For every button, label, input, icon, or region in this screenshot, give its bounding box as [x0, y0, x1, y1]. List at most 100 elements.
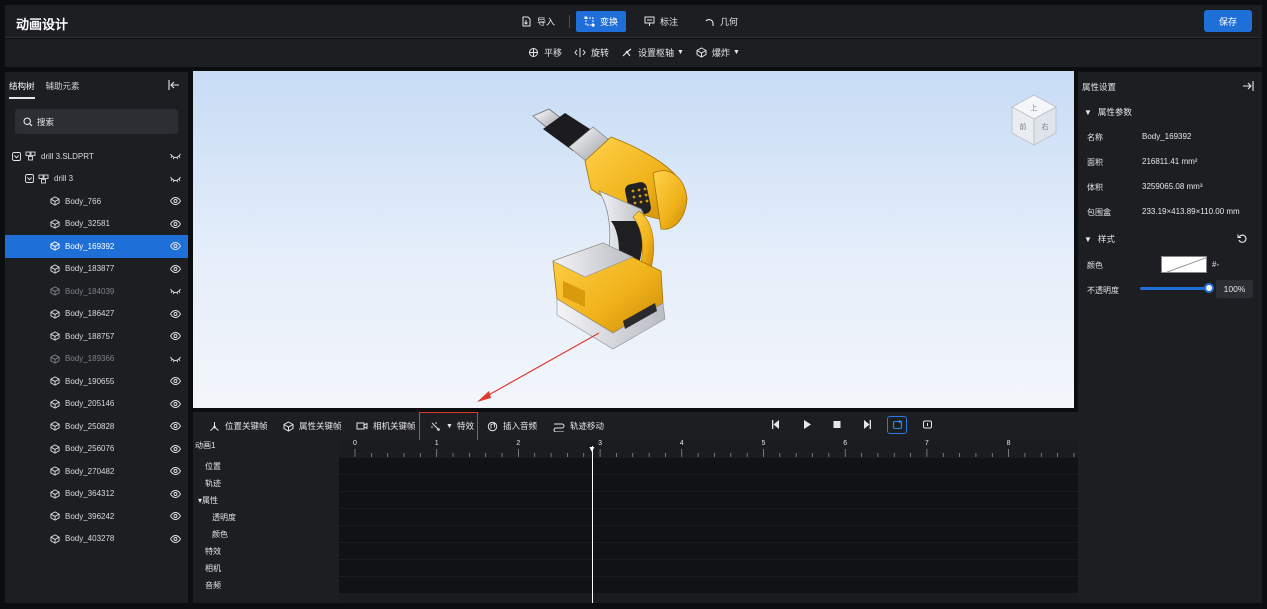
- eye-icon[interactable]: [170, 422, 181, 430]
- sparkle-icon: [430, 421, 441, 432]
- prop-label: 面积: [1087, 158, 1103, 167]
- tree-item[interactable]: Body_256076: [5, 438, 188, 461]
- eye-icon[interactable]: [170, 197, 181, 205]
- stop-button[interactable]: [832, 419, 842, 430]
- position-keyframe-button[interactable]: 位置关键帧: [209, 420, 268, 432]
- color-swatch[interactable]: [1161, 256, 1207, 273]
- params-section-header[interactable]: ▼ 属性参数: [1084, 106, 1132, 118]
- 3d-viewport[interactable]: 上 前 右: [193, 71, 1074, 408]
- effect-dropdown[interactable]: ▼ 特效: [430, 420, 474, 432]
- loop-toggle[interactable]: [887, 416, 907, 434]
- explode-dropdown[interactable]: 爆炸 ▼: [696, 46, 740, 59]
- translate-button[interactable]: 平移: [528, 46, 562, 59]
- eye-icon[interactable]: [170, 444, 181, 453]
- playhead[interactable]: [591, 446, 593, 603]
- tree-item[interactable]: Body_186427: [5, 303, 188, 326]
- eye-icon[interactable]: [170, 489, 181, 498]
- single-play-toggle[interactable]: [922, 419, 933, 430]
- tab-structure-tree[interactable]: 结构树: [9, 80, 35, 99]
- eye-icon[interactable]: [170, 534, 181, 543]
- triangle-down-icon: ▼: [1084, 107, 1092, 117]
- eye-icon[interactable]: [170, 399, 181, 408]
- transform-toolbar: 平移 旋转 设置枢轴 ▼ 爆炸 ▼: [5, 39, 1262, 67]
- tree-item[interactable]: drill 3: [5, 168, 188, 191]
- tree-item[interactable]: Body_184039: [5, 280, 188, 303]
- next-frame-button[interactable]: [862, 419, 872, 430]
- style-section-title: 样式: [1097, 234, 1115, 244]
- property-keyframe-button[interactable]: 属性关键帧: [283, 420, 342, 432]
- track-label[interactable]: 位置: [205, 461, 221, 472]
- expand-toggle-icon[interactable]: [12, 151, 21, 161]
- annotate-button[interactable]: 标注: [636, 11, 686, 32]
- reset-icon[interactable]: [1237, 233, 1248, 244]
- tree-item[interactable]: drill 3.SLDPRT: [5, 145, 188, 168]
- tab-auxiliary-elements[interactable]: 辅助元素: [46, 80, 80, 99]
- eye-icon[interactable]: [170, 264, 181, 273]
- transform-button[interactable]: 变换: [576, 11, 627, 32]
- eye-closed-icon[interactable]: [170, 287, 181, 295]
- eye-icon[interactable]: [170, 332, 181, 340]
- tree-item[interactable]: Body_766: [5, 190, 188, 213]
- eye-icon[interactable]: [170, 309, 181, 318]
- path-move-button[interactable]: 轨迹移动: [553, 420, 604, 432]
- camera-keyframe-button[interactable]: 相机关键帧: [356, 420, 416, 432]
- style-section-header[interactable]: ▼ 样式: [1084, 233, 1115, 245]
- track-label[interactable]: 音频: [205, 580, 221, 591]
- track-label[interactable]: 颜色: [212, 529, 228, 540]
- expand-toggle-icon[interactable]: [25, 174, 34, 184]
- opacity-input[interactable]: 100%: [1216, 280, 1253, 298]
- eye-icon[interactable]: [170, 377, 181, 385]
- track-label[interactable]: 相机: [205, 563, 221, 574]
- annotation-arrow: [477, 332, 600, 402]
- ruler-tick-label: 8: [1006, 440, 1011, 447]
- tree-item-label: Body_188757: [65, 331, 115, 341]
- tree-item[interactable]: Body_190655: [5, 370, 188, 393]
- collapse-left-icon[interactable]: [168, 80, 180, 90]
- eye-closed-icon[interactable]: [170, 152, 181, 160]
- structure-panel: 结构树 辅助元素 drill 3.SLDPRT drill 3 Body_766 Bo…: [5, 72, 188, 603]
- tree-item[interactable]: Body_403278: [5, 528, 188, 551]
- previous-frame-button[interactable]: [771, 419, 781, 430]
- eye-icon[interactable]: [170, 219, 181, 228]
- collapse-right-icon[interactable]: [1242, 81, 1254, 91]
- track-label[interactable]: 特效: [205, 546, 221, 557]
- stop-icon: [833, 421, 841, 428]
- tree-item[interactable]: Body_205146: [5, 393, 188, 416]
- search-input[interactable]: [37, 116, 157, 127]
- play-button[interactable]: [802, 419, 812, 430]
- body-cube-icon: [50, 219, 60, 229]
- geometry-button[interactable]: 几何: [696, 11, 746, 32]
- tree-item[interactable]: Body_250828: [5, 415, 188, 438]
- view-cube[interactable]: 上 前 右: [1008, 93, 1060, 149]
- eye-icon[interactable]: [170, 467, 181, 475]
- track-label[interactable]: 轨迹: [205, 478, 221, 489]
- eye-icon[interactable]: [170, 512, 181, 520]
- eye-closed-icon[interactable]: [170, 355, 181, 363]
- set-axis-dropdown[interactable]: 设置枢轴 ▼: [621, 46, 684, 59]
- opacity-slider[interactable]: [1140, 280, 1214, 298]
- opacity-slider-thumb[interactable]: [1204, 283, 1214, 293]
- animation-name[interactable]: 动画1: [195, 440, 215, 451]
- tree-item[interactable]: Body_169392: [5, 235, 188, 258]
- tree-item[interactable]: Body_32581: [5, 213, 188, 236]
- tree-item[interactable]: Body_396242: [5, 505, 188, 528]
- tree-item-label: drill 3: [54, 174, 74, 184]
- body-cube-icon: [50, 376, 60, 386]
- view-cube-right-label: 右: [1042, 122, 1049, 131]
- eye-closed-icon[interactable]: [170, 175, 181, 183]
- save-button[interactable]: 保存: [1204, 10, 1252, 32]
- tree-item-label: Body_205146: [65, 399, 115, 409]
- track-label[interactable]: 透明度: [212, 512, 236, 523]
- tree-item[interactable]: Body_270482: [5, 460, 188, 483]
- tree-item[interactable]: Body_364312: [5, 483, 188, 506]
- tree-item[interactable]: Body_188757: [5, 325, 188, 348]
- insert-audio-label: 插入音频: [503, 421, 538, 431]
- tree-item[interactable]: Body_183877: [5, 258, 188, 281]
- track-label[interactable]: ▾属性: [198, 495, 218, 506]
- eye-icon[interactable]: [170, 242, 181, 250]
- insert-audio-button[interactable]: 插入音频: [487, 420, 537, 432]
- import-button[interactable]: 导入: [513, 11, 563, 32]
- rotate-button[interactable]: 旋转: [574, 46, 609, 59]
- translate-label: 平移: [544, 48, 563, 58]
- tree-item[interactable]: Body_189366: [5, 348, 188, 371]
